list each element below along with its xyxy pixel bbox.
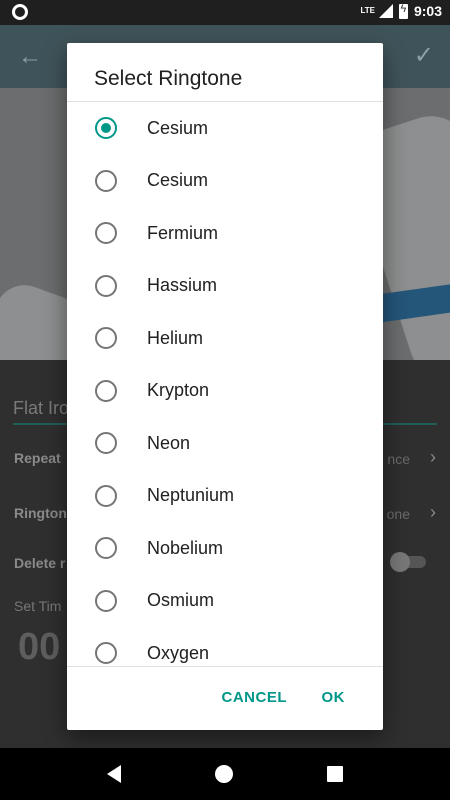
dialog-title: Select Ringtone (94, 67, 243, 90)
notification-icon (12, 4, 28, 20)
select-ringtone-dialog: Select Ringtone Cesium Cesium Fermium Hassi… (67, 43, 383, 730)
radio-unchecked-icon[interactable] (95, 537, 117, 560)
ringtone-option-label: Cesium (147, 170, 209, 191)
radio-unchecked-icon[interactable] (95, 589, 117, 612)
ringtone-option-label: Krypton (147, 380, 210, 401)
back-arrow-icon[interactable]: ← (18, 43, 42, 71)
ringtone-option[interactable]: Nobelium (67, 522, 383, 575)
nav-recents-icon[interactable] (327, 766, 343, 782)
radio-unchecked-icon[interactable] (95, 222, 117, 245)
delete-label: Delete r (14, 555, 66, 571)
ringtone-option-label: Cesium (147, 117, 209, 138)
ringtone-label: Rington (14, 505, 67, 521)
ringtone-option[interactable]: Hassium (67, 260, 383, 313)
ok-button[interactable]: OK (322, 689, 346, 706)
ringtone-option[interactable]: Osmium (67, 575, 383, 628)
radio-unchecked-icon[interactable] (95, 327, 117, 350)
ringtone-option[interactable]: Fermium (67, 207, 383, 260)
ringtone-option-label: Helium (147, 327, 204, 348)
repeat-value: nce (387, 451, 410, 467)
ringtone-option[interactable]: Oxygen (67, 627, 383, 666)
ringtone-option-label: Nobelium (147, 537, 224, 558)
ringtone-option-label: Neptunium (147, 485, 235, 506)
signal-icon (378, 4, 393, 18)
repeat-label: Repeat (14, 450, 61, 466)
ringtone-option[interactable]: Cesium (67, 102, 383, 155)
delete-toggle[interactable] (390, 552, 426, 572)
ringtone-list[interactable]: Cesium Cesium Fermium Hassium Helium Krypton N… (67, 102, 383, 666)
ringtone-option-label: Osmium (147, 590, 214, 611)
radio-unchecked-icon[interactable] (95, 484, 117, 507)
ringtone-option[interactable]: Neptunium (67, 470, 383, 523)
radio-unchecked-icon[interactable] (95, 379, 117, 402)
timer-label: Set Tim (14, 598, 62, 614)
ringtone-option[interactable]: Helium (67, 312, 383, 365)
navigation-bar (0, 748, 450, 800)
nav-home-icon[interactable] (215, 765, 233, 783)
chevron-right-icon[interactable]: › (430, 502, 436, 523)
cancel-button[interactable]: CANCEL (222, 689, 288, 706)
status-bar: LTE 9:03 (0, 0, 450, 25)
ringtone-option[interactable]: Cesium (67, 155, 383, 208)
radio-unchecked-icon[interactable] (95, 432, 117, 455)
radio-unchecked-icon[interactable] (95, 274, 117, 297)
nav-back-icon[interactable] (107, 765, 121, 783)
ringtone-option[interactable]: Neon (67, 417, 383, 470)
ringtone-value: one (386, 506, 410, 522)
lte-indicator: LTE (360, 6, 375, 15)
ringtone-option-label: Fermium (147, 222, 218, 243)
timer-value: 00 (18, 626, 61, 668)
ringtone-option[interactable]: Krypton (67, 365, 383, 418)
ringtone-option-label: Neon (147, 432, 191, 453)
radio-checked-icon[interactable] (95, 117, 117, 140)
dialog-actions: CANCEL OK (67, 667, 383, 730)
radio-unchecked-icon[interactable] (95, 169, 117, 192)
battery-charging-icon (398, 3, 408, 19)
radio-unchecked-icon[interactable] (95, 642, 117, 665)
name-field[interactable]: Flat Iro (13, 398, 69, 419)
ringtone-option-label: Hassium (147, 275, 218, 296)
checkmark-icon[interactable]: ✓ (414, 41, 434, 70)
clock: 9:03 (413, 3, 442, 19)
chevron-right-icon[interactable]: › (430, 447, 436, 468)
ringtone-option-label: Oxygen (147, 642, 210, 663)
